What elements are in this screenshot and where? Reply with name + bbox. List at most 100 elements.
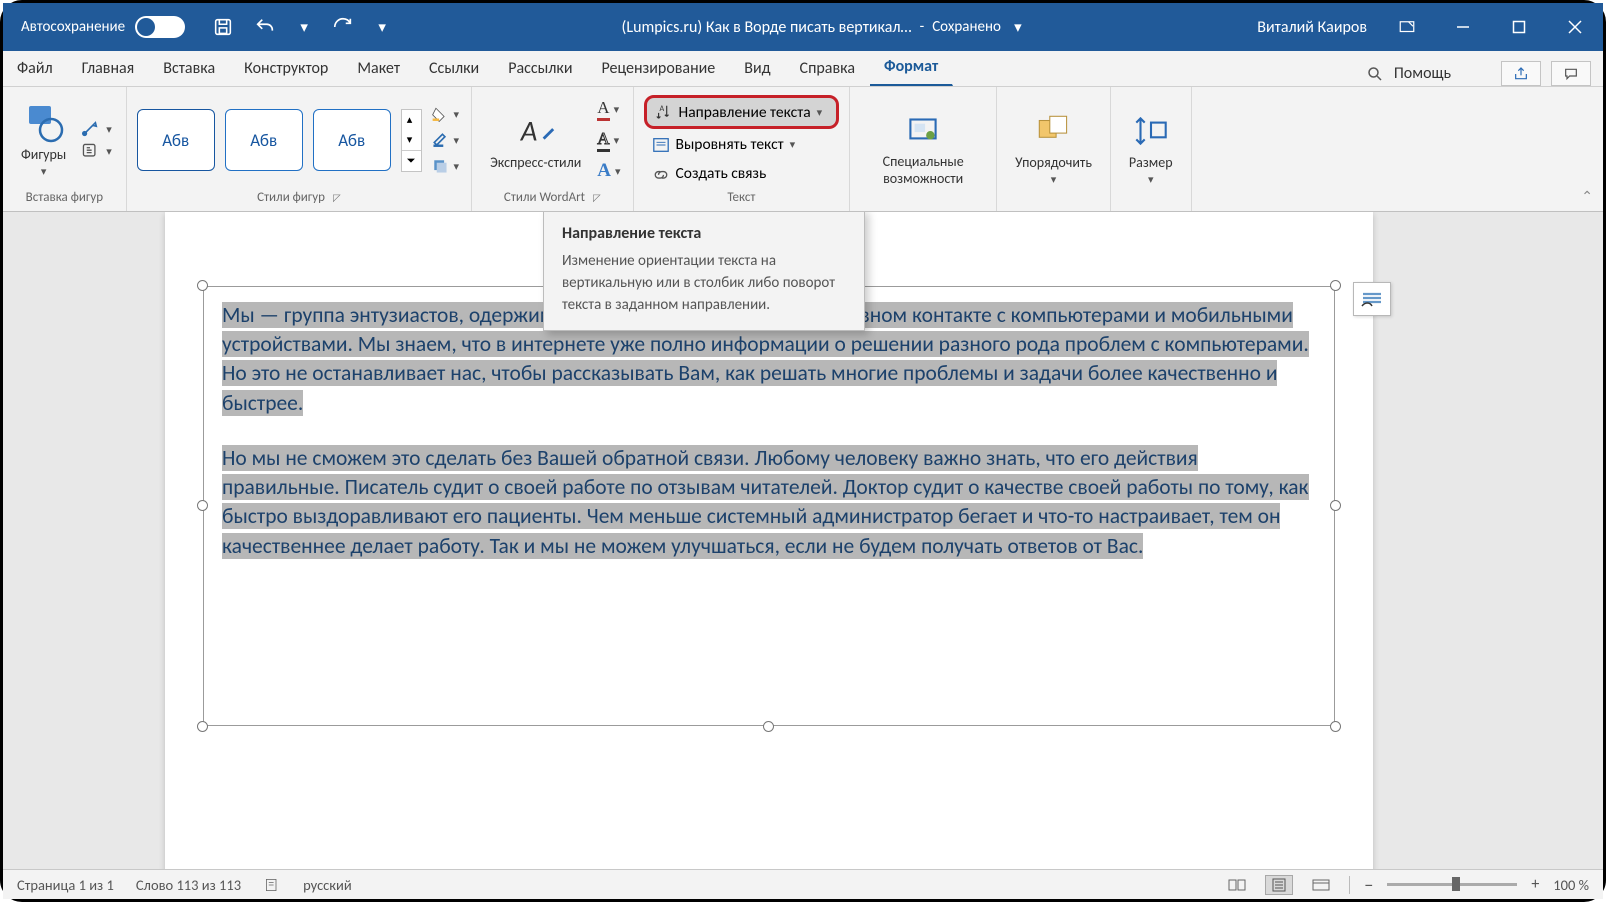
word-count-status[interactable]: Слово 113 из 113 bbox=[136, 876, 241, 894]
title-bar: Автосохранение ▾ ▾ (Lumpics.ru) Как в Во… bbox=[3, 3, 1603, 51]
read-mode-button[interactable] bbox=[1223, 875, 1251, 895]
svg-text:A: A bbox=[519, 113, 537, 148]
shape-style-1[interactable]: Абв bbox=[137, 109, 215, 171]
undo-dropdown-icon[interactable]: ▾ bbox=[295, 18, 313, 36]
shape-style-2[interactable]: Абв bbox=[225, 109, 303, 171]
autosave-toggle[interactable] bbox=[135, 16, 185, 38]
svg-text:A: A bbox=[659, 104, 664, 114]
share-button[interactable] bbox=[1501, 61, 1541, 86]
resize-handle[interactable] bbox=[197, 721, 208, 732]
group-text-label: Текст bbox=[727, 190, 755, 205]
comments-button[interactable] bbox=[1551, 61, 1591, 86]
align-text-icon bbox=[652, 136, 670, 154]
text-outline-button[interactable]: A▾ bbox=[595, 127, 622, 154]
close-button[interactable] bbox=[1547, 3, 1603, 51]
tooltip-title: Направление текста bbox=[562, 224, 846, 243]
zoom-in-button[interactable]: + bbox=[1531, 875, 1539, 894]
paragraph-2: Но мы не сможем это сделать без Вашей об… bbox=[222, 445, 1309, 559]
wordart-launcher-icon[interactable]: ◸ bbox=[593, 191, 601, 204]
zoom-slider[interactable] bbox=[1387, 883, 1517, 886]
resize-handle[interactable] bbox=[763, 721, 774, 732]
search-icon[interactable] bbox=[1366, 65, 1384, 83]
resize-handle[interactable] bbox=[197, 500, 208, 511]
group-shape-styles-label: Стили фигур bbox=[257, 190, 325, 205]
save-icon[interactable] bbox=[211, 15, 235, 39]
save-state-label: Сохранено bbox=[932, 18, 1001, 36]
group-insert-shapes-label: Вставка фигур bbox=[13, 187, 116, 208]
tab-review[interactable]: Рецензирование bbox=[587, 51, 730, 86]
proofing-icon[interactable] bbox=[263, 877, 281, 893]
tab-help[interactable]: Справка bbox=[786, 51, 870, 86]
tab-references[interactable]: Ссылки bbox=[415, 51, 494, 86]
tab-insert[interactable]: Вставка bbox=[149, 51, 230, 86]
arrange-label: Упорядочить bbox=[1015, 154, 1092, 171]
ribbon: Фигуры ▾ ▾ ▾ Вставка фигур Абв Абв Абв ▴… bbox=[3, 87, 1603, 212]
layout-options-button[interactable] bbox=[1353, 282, 1391, 316]
textbox-content[interactable]: Мы — группа энтузиастов, одержимых идеей… bbox=[203, 286, 1335, 726]
tell-me-label[interactable]: Помощь bbox=[1394, 64, 1451, 83]
undo-icon[interactable] bbox=[253, 15, 277, 39]
shape-outline-button[interactable]: ▾ bbox=[428, 129, 462, 151]
tab-home[interactable]: Главная bbox=[68, 51, 150, 86]
text-direction-button[interactable]: A Направление текста ▾ bbox=[644, 95, 840, 129]
shape-fill-button[interactable]: ▾ bbox=[428, 103, 462, 125]
tab-mailings[interactable]: Рассылки bbox=[494, 51, 587, 86]
collapse-ribbon-icon[interactable]: ⌃ bbox=[1581, 188, 1593, 205]
user-name[interactable]: Виталий Каиров bbox=[1257, 18, 1367, 37]
shape-fill-outline-effects: ▾ ▾ ▾ bbox=[428, 103, 462, 177]
document-area: Мы — группа энтузиастов, одержимых идеей… bbox=[3, 212, 1603, 869]
align-text-button[interactable]: Выровнять текст ▾ bbox=[644, 131, 840, 158]
status-bar: Страница 1 из 1 Слово 113 из 113 русский… bbox=[3, 869, 1603, 899]
qat-customize-icon[interactable]: ▾ bbox=[373, 18, 391, 36]
accessibility-button[interactable]: Специальные возможности bbox=[860, 105, 986, 191]
resize-handle[interactable] bbox=[1330, 500, 1341, 511]
tooltip-body: Изменение ориентации текста на вертикаль… bbox=[562, 251, 846, 316]
size-label: Размер bbox=[1129, 154, 1173, 171]
autosave-label: Автосохранение bbox=[21, 18, 125, 36]
shape-style-3[interactable]: Абв bbox=[313, 109, 391, 171]
web-layout-button[interactable] bbox=[1307, 875, 1335, 895]
tab-design[interactable]: Конструктор bbox=[230, 51, 343, 86]
shapes-label: Фигуры bbox=[21, 146, 66, 163]
shapes-button[interactable]: Фигуры ▾ bbox=[13, 98, 74, 182]
page-number-status[interactable]: Страница 1 из 1 bbox=[17, 876, 114, 894]
tab-layout[interactable]: Макет bbox=[343, 51, 415, 86]
ribbon-tabs: Файл Главная Вставка Конструктор Макет С… bbox=[3, 51, 1603, 87]
shape-effects-button[interactable]: ▾ bbox=[428, 155, 462, 177]
save-state-dropdown-icon[interactable]: ▾ bbox=[1009, 18, 1027, 36]
print-layout-button[interactable] bbox=[1265, 875, 1293, 895]
align-text-label: Выровнять текст bbox=[676, 135, 784, 154]
text-effects-button[interactable]: A▾ bbox=[595, 158, 622, 184]
zoom-out-button[interactable]: − bbox=[1364, 874, 1373, 896]
redo-icon[interactable] bbox=[331, 15, 355, 39]
document-title: (Lumpics.ru) Как в Ворде писать вертикал… bbox=[621, 18, 911, 37]
accessibility-label: Специальные возможности bbox=[868, 153, 978, 187]
minimize-button[interactable] bbox=[1435, 3, 1491, 51]
maximize-button[interactable] bbox=[1491, 3, 1547, 51]
edit-shape-tools[interactable]: ▾ ▾ bbox=[80, 120, 116, 160]
shape-styles-launcher-icon[interactable]: ◸ bbox=[333, 191, 341, 204]
tooltip: Направление текста Изменение ориентации … bbox=[543, 212, 865, 331]
zoom-level[interactable]: 100 % bbox=[1553, 876, 1589, 894]
group-wordart-label: Стили WordArt bbox=[504, 190, 585, 205]
quick-styles-label: Экспресс-стили bbox=[490, 154, 581, 171]
ribbon-display-options-icon[interactable] bbox=[1379, 3, 1435, 51]
create-link-label: Создать связь bbox=[676, 164, 767, 183]
tab-format[interactable]: Формат bbox=[870, 49, 953, 86]
text-fill-button[interactable]: A▾ bbox=[595, 96, 622, 123]
tab-file[interactable]: Файл bbox=[3, 51, 68, 86]
resize-handle[interactable] bbox=[1330, 280, 1341, 291]
create-link-button[interactable]: Создать связь bbox=[644, 160, 840, 187]
arrange-button[interactable]: Упорядочить ▾ bbox=[1007, 106, 1100, 190]
resize-handle[interactable] bbox=[1330, 721, 1341, 732]
resize-handle[interactable] bbox=[197, 280, 208, 291]
quick-styles-button[interactable]: A Экспресс-стили bbox=[482, 106, 589, 175]
text-direction-label: Направление текста bbox=[679, 103, 811, 122]
text-direction-icon: A bbox=[655, 102, 673, 122]
textbox-selection[interactable]: Мы — группа энтузиастов, одержимых идеей… bbox=[203, 286, 1335, 726]
tab-view[interactable]: Вид bbox=[730, 51, 785, 86]
language-status[interactable]: русский bbox=[303, 876, 352, 894]
size-button[interactable]: Размер ▾ bbox=[1121, 106, 1181, 190]
shape-style-gallery[interactable]: Абв Абв Абв ▴▾⏷ bbox=[137, 109, 422, 172]
link-icon bbox=[652, 165, 670, 183]
